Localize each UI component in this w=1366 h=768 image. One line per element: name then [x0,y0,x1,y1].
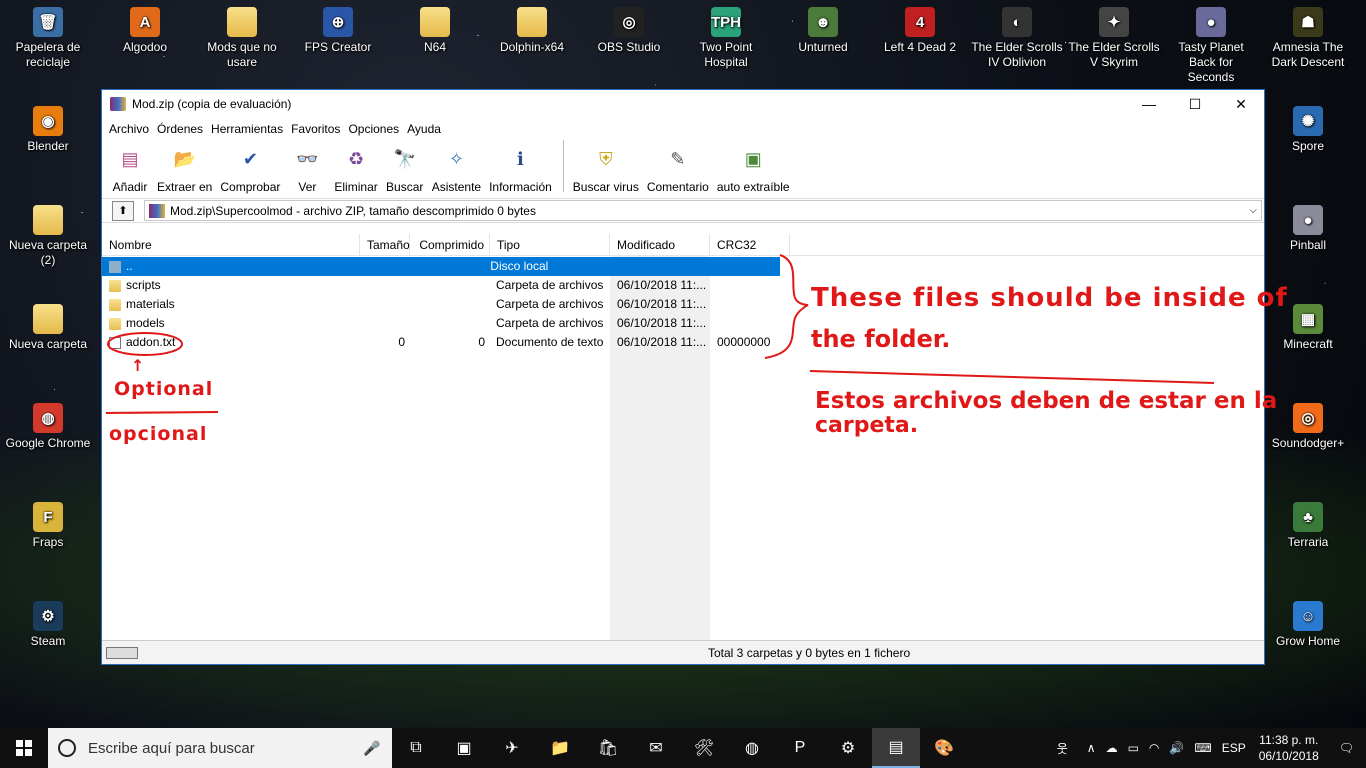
powerpoint-icon[interactable]: P [776,728,824,768]
file-explorer-icon[interactable]: 📁 [536,728,584,768]
microphone-icon[interactable]: 🎤 [362,740,382,757]
bird-app-icon[interactable]: ✈ [488,728,536,768]
network-icon[interactable]: ▭ [1123,741,1144,755]
start-button[interactable] [0,728,48,768]
mail-icon[interactable]: ✉ [632,728,680,768]
note-en-line1: These files should be inside of [811,283,1288,313]
addon-circle [107,332,183,356]
note-divider [809,370,1215,384]
optional-es: opcional [109,423,208,445]
task-view-icon[interactable]: ⧉ [392,728,440,768]
keyboard-icon[interactable]: ⌨ [1189,741,1216,755]
note-es-line1: Estos archivos deben de estar en la [815,388,1278,414]
tool-app-icon[interactable]: 🛠 [680,728,728,768]
optional-divider [105,411,219,414]
steam-icon[interactable]: ⚙ [824,728,872,768]
store-icon[interactable]: 🛍 [584,728,632,768]
language-indicator[interactable]: ESP [1217,741,1251,755]
files-brace [764,254,809,359]
note-es-line2: carpeta. [815,413,919,438]
clock-date: 06/10/2018 [1258,749,1319,763]
search-placeholder: Escribe aquí para buscar [88,739,255,757]
remote-desktop-icon[interactable]: ▣ [440,728,488,768]
chevron-up-icon[interactable]: ∧ [1073,741,1101,755]
system-tray: 웃 ∧ ☁ ▭ ◠ 🔊 ⌨ ESP 11:38 p. m. 06/10/2018… [1052,728,1366,768]
windows-logo-icon [16,740,32,756]
volume-icon[interactable]: 🔊 [1164,741,1189,755]
paint-icon[interactable]: 🎨 [920,728,968,768]
taskbar: Escribe aquí para buscar 🎤 ⧉ ▣ ✈ 📁 🛍 ✉ 🛠 ◍ P ⚙ ▤ 🎨 … [0,728,1366,768]
taskbar-search[interactable]: Escribe aquí para buscar 🎤 [48,728,392,768]
winrar-icon[interactable]: ▤ [872,728,920,768]
optional-en: Optional [114,378,214,400]
notification-icon[interactable]: 🗨 [1327,741,1366,755]
cortana-icon [58,739,76,757]
people-icon[interactable]: 웃 [1052,740,1073,757]
clock-time: 11:38 p. m. [1259,733,1319,747]
note-en-line2: the folder. [811,325,951,353]
optional-arrow: ↑ [131,356,145,375]
clock[interactable]: 11:38 p. m. 06/10/2018 [1251,732,1327,764]
onedrive-icon[interactable]: ☁ [1101,741,1123,755]
chrome-icon[interactable]: ◍ [728,728,776,768]
taskbar-apps: ⧉ ▣ ✈ 📁 🛍 ✉ 🛠 ◍ P ⚙ ▤ 🎨 [392,728,968,768]
wifi-icon[interactable]: ◠ [1144,741,1164,755]
